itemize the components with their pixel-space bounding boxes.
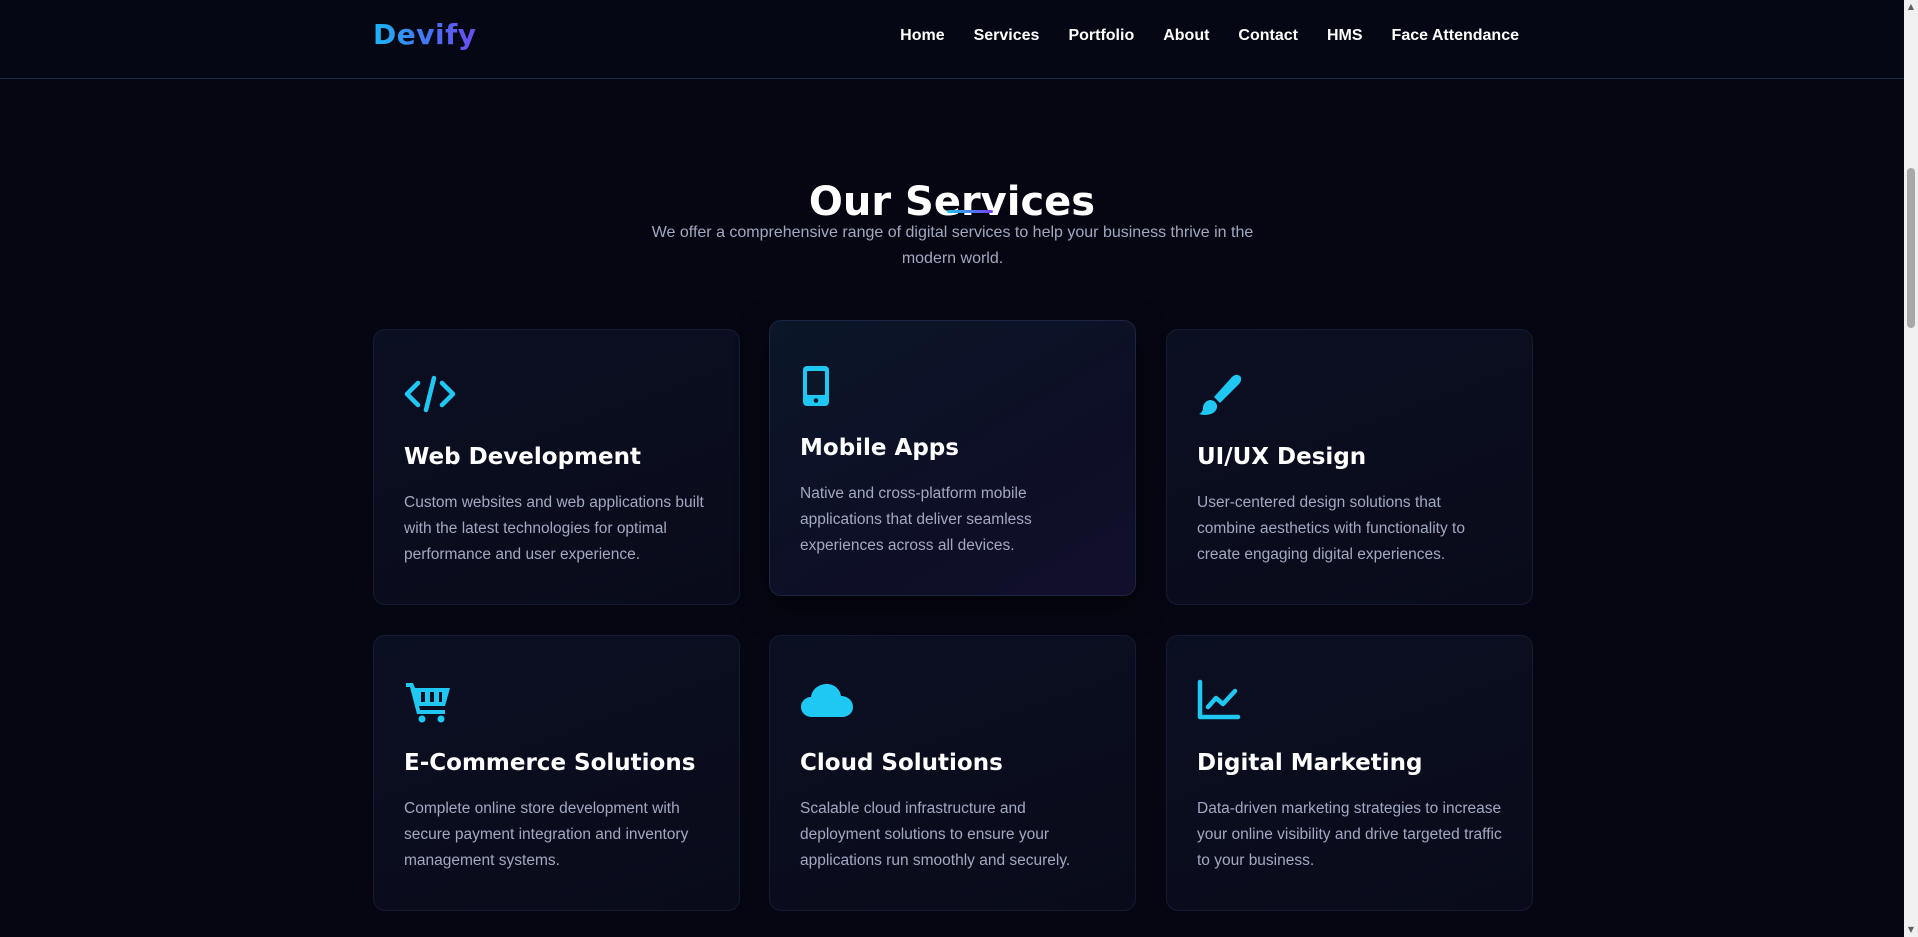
title-underline	[947, 210, 993, 213]
code-icon	[404, 373, 464, 419]
service-card-ui-ux-design[interactable]: UI/UX Design User-centered design soluti…	[1166, 329, 1533, 605]
brand-logo[interactable]: Devify	[373, 18, 477, 51]
nav-link-services[interactable]: Services	[974, 27, 1040, 45]
mobile-phone-icon	[800, 364, 860, 410]
service-card-mobile-apps[interactable]: Mobile Apps Native and cross-platform mo…	[769, 320, 1136, 596]
service-card-web-development[interactable]: Web Development Custom websites and web …	[373, 329, 740, 605]
site-header: Devify Home Services Portfolio About Con…	[0, 0, 1904, 79]
vertical-scrollbar[interactable]: ▲ ▼	[1904, 0, 1918, 937]
card-description: Scalable cloud infrastructure and deploy…	[800, 800, 1071, 869]
card-title: Mobile Apps	[800, 435, 959, 461]
services-title: Our Services	[808, 179, 1096, 226]
card-title: E-Commerce Solutions	[404, 750, 696, 776]
scroll-thumb[interactable]	[1907, 168, 1915, 328]
nav-link-hms[interactable]: HMS	[1327, 27, 1363, 45]
card-description: Native and cross-platform mobile applica…	[800, 485, 1032, 554]
services-subtitle: We offer a comprehensive range of digita…	[651, 224, 1254, 267]
card-description: User-centered design solutions that comb…	[1197, 494, 1465, 563]
nav-link-home[interactable]: Home	[900, 27, 944, 45]
card-title: Web Development	[404, 444, 641, 470]
card-description: Data-driven marketing strategies to incr…	[1197, 800, 1502, 869]
page: Devify Home Services Portfolio About Con…	[0, 0, 1918, 937]
card-description: Custom websites and web applications bui…	[404, 494, 704, 563]
card-title: Cloud Solutions	[800, 750, 1003, 776]
service-card-digital-marketing[interactable]: Digital Marketing Data-driven marketing …	[1166, 635, 1533, 911]
scroll-down-arrow-icon[interactable]: ▼	[1904, 923, 1918, 937]
nav-link-about[interactable]: About	[1163, 27, 1209, 45]
card-title: Digital Marketing	[1197, 750, 1423, 776]
paint-brush-icon	[1197, 373, 1257, 419]
shopping-cart-icon	[404, 679, 464, 725]
chart-line-icon	[1197, 679, 1257, 725]
main-nav: Home Services Portfolio About Contact HM…	[900, 27, 1519, 45]
cloud-icon	[800, 679, 860, 725]
card-description: Complete online store development with s…	[404, 800, 689, 869]
service-card-cloud-solutions[interactable]: Cloud Solutions Scalable cloud infrastru…	[769, 635, 1136, 911]
nav-link-face-attendance[interactable]: Face Attendance	[1392, 27, 1519, 45]
service-card-e-commerce[interactable]: E-Commerce Solutions Complete online sto…	[373, 635, 740, 911]
nav-link-portfolio[interactable]: Portfolio	[1068, 27, 1134, 45]
nav-link-contact[interactable]: Contact	[1238, 27, 1298, 45]
scroll-up-arrow-icon[interactable]: ▲	[1904, 0, 1918, 14]
card-title: UI/UX Design	[1197, 444, 1367, 470]
